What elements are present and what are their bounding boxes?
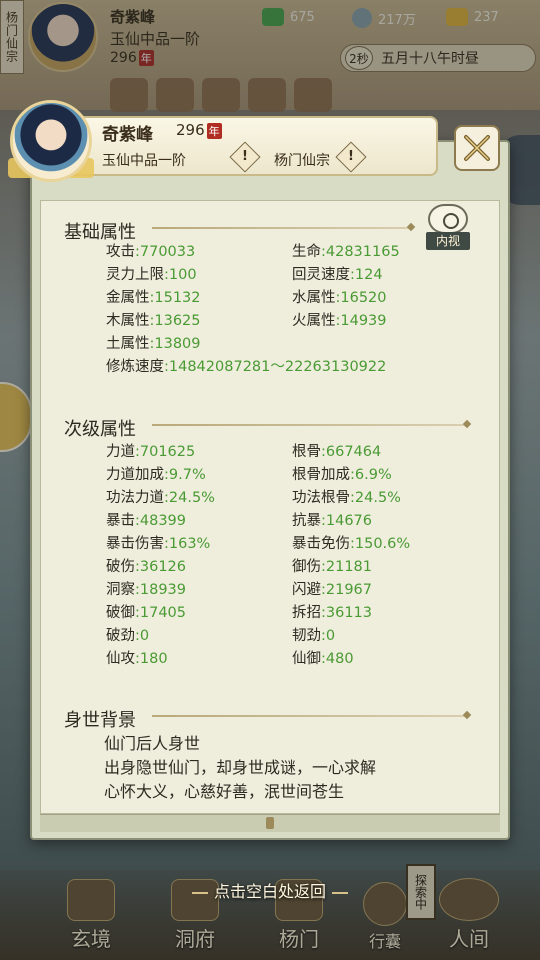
section-divider	[152, 424, 466, 426]
attr-hp: 生命:42831165	[292, 244, 400, 260]
bio-line: 仙门后人身世	[104, 734, 201, 753]
inner-sight-button[interactable]: 内视	[424, 200, 472, 252]
attr-fire: 火属性:14939	[292, 313, 387, 329]
attr-tenacity: 韧劲:0	[292, 628, 336, 644]
attr-crit-damage-reduction: 暴击免伤:150.6%	[292, 536, 411, 552]
attr-break-defense: 破御:17405	[106, 605, 187, 621]
attr-attack: 攻击:770033	[106, 244, 196, 260]
attr-strength-bonus: 力道加成:9.7%	[106, 467, 206, 483]
attr-pierce: 破伤:36126	[106, 559, 187, 575]
attr-water: 水属性:16520	[292, 290, 387, 306]
attr-skill-constitution: 功法根骨:24.5%	[292, 490, 401, 506]
close-icon	[464, 135, 490, 161]
scroll-handle[interactable]	[266, 817, 274, 829]
bio-line: 出身隐世仙门，却身世成谜，一心求解	[104, 758, 377, 777]
section-divider	[152, 227, 410, 229]
attr-cultivation-speed: 修炼速度:14842087281～22263130922	[106, 359, 387, 375]
panel-scroll-bar[interactable]	[40, 814, 500, 832]
attr-skill-strength: 功法力道:24.5%	[106, 490, 215, 506]
character-name: 奇紫峰	[102, 125, 153, 145]
attr-counter: 拆招:36113	[292, 605, 373, 621]
secondary-attributes-title: 次级属性	[64, 419, 136, 440]
inner-sight-label: 内视	[426, 232, 470, 250]
character-sect: 杨门仙宗	[274, 153, 330, 169]
character-avatar	[10, 100, 92, 182]
attr-strength: 力道:701625	[106, 444, 196, 460]
attr-insight: 洞察:18939	[106, 582, 187, 598]
return-hint: 点击空白处返回	[0, 878, 540, 902]
attr-mana-regen: 回灵速度:124	[292, 267, 383, 283]
attr-wood: 木属性:13625	[106, 313, 201, 329]
attr-crit-damage: 暴击伤害:163%	[106, 536, 211, 552]
character-realm: 玉仙中品一阶	[102, 153, 186, 169]
character-age: 296 年	[176, 121, 222, 139]
attr-metal: 金属性:15132	[106, 290, 201, 306]
attr-immortal-attack: 仙攻:180	[106, 651, 168, 667]
close-button[interactable]	[454, 125, 500, 171]
background-title: 身世背景	[64, 710, 136, 731]
section-divider	[152, 715, 466, 717]
attr-crit: 暴击:48399	[106, 513, 187, 529]
attr-break-tenacity: 破劲:0	[106, 628, 150, 644]
attr-earth: 土属性:13809	[106, 336, 201, 352]
eye-icon	[428, 204, 468, 234]
attr-crit-resist: 抗暴:14676	[292, 513, 373, 529]
attr-dodge: 闪避:21967	[292, 582, 373, 598]
bio-line: 心怀大义，心慈好善，泯世间苍生	[104, 782, 345, 801]
attr-immortal-defense: 仙御:480	[292, 651, 354, 667]
attr-damage-reduction: 御伤:21181	[292, 559, 373, 575]
attr-constitution: 根骨:667464	[292, 444, 382, 460]
attr-constitution-bonus: 根骨加成:6.9%	[292, 467, 392, 483]
attr-mana-cap: 灵力上限:100	[106, 267, 197, 283]
